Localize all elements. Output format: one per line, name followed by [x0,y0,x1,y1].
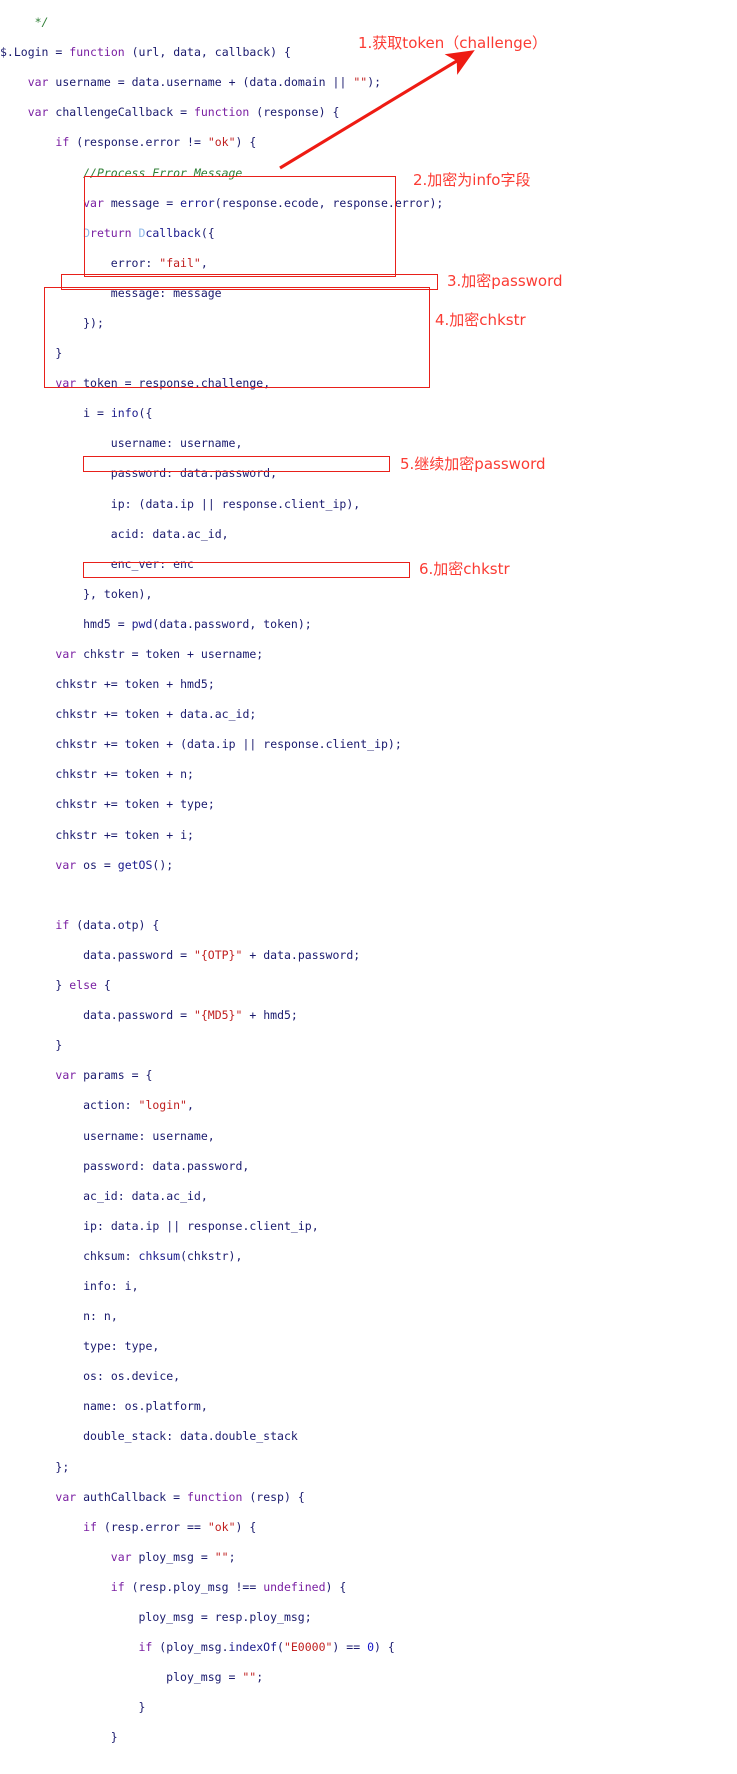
code-line: var username = data.username + (data.dom… [27,75,382,90]
annotation-label-3: 3.加密password [447,272,563,290]
code-line: i = info({ [83,406,153,421]
code-line: acid: data.ac_id, [110,526,229,541]
code-line: type: type, [83,1339,160,1354]
code-line: hmd5 = pwd(data.password, token); [83,616,312,631]
code-line: username: username, [83,1128,215,1143]
code-line: }); [83,315,104,330]
code-line: var os = getOS(); [55,857,174,872]
code-line: var token = response.challenge, [55,376,271,391]
code-line: } else { [55,978,111,993]
code-line: action: "login", [83,1098,194,1113]
code-line: var authCallback = function (resp) { [55,1489,305,1504]
code-line: chkstr += token + (data.ip || response.c… [55,737,402,752]
code-line: data.password = "{MD5}" + hmd5; [83,1008,298,1023]
annotation-label-4: 4.加密chkstr [435,311,526,329]
code-line: }, token), [83,586,153,601]
annotation-label-6: 6.加密chkstr [419,560,510,578]
annotation-label-5: 5.继续加密password [400,455,546,473]
code-line: chkstr += token + data.ac_id; [55,707,257,722]
code-line: ip: (data.ip || response.client_ip), [110,496,361,511]
code-line: if (response.error != "ok") { [55,135,257,150]
code-line: //Process Error Message [83,165,243,180]
code-line: if (resp.error == "ok") { [83,1519,257,1534]
code-line: ploy_msg = resp.ploy_msg; [138,1610,312,1625]
code-line: } [138,1700,146,1715]
code-line: error: "fail", [110,255,208,270]
code-line: double_stack: data.double_stack [83,1429,298,1444]
code-line: }; [55,1459,70,1474]
code-line: ip: data.ip || response.client_ip, [83,1218,319,1233]
code-line: name: os.platform, [83,1399,208,1414]
code-line: chkstr += token + n; [55,767,194,782]
code-line: chkstr += token + hmd5; [55,677,215,692]
code-editor-content: */ $.Login = function (url, data, callba… [0,0,737,1744]
code-line: } [110,1730,118,1745]
code-line: enc_ver: enc [110,556,194,571]
code-line: */ [0,15,49,30]
code-line: if (ploy_msg.indexOf("E0000") == 0) { [138,1640,395,1655]
code-line: var challengeCallback = function (respon… [27,105,340,120]
code-line: var params = { [55,1068,153,1083]
code-line: ac_id: data.ac_id, [83,1188,208,1203]
code-line: } [55,346,63,361]
code-line: if (resp.ploy_msg !== undefined) { [110,1579,347,1594]
code-line: chkstr += token + i; [55,827,194,842]
code-line: var ploy_msg = ""; [110,1549,236,1564]
code-line: message: message [110,285,222,300]
code-line: password: data.password, [110,466,278,481]
code-line: chkstr += token + type; [55,797,215,812]
code-line: username: username, [110,436,243,451]
annotation-label-1: 1.获取token（challenge） [358,34,548,52]
code-line: var chkstr = token + username; [55,647,264,662]
code-line: password: data.password, [83,1158,250,1173]
code-line: if (data.otp) { [55,917,160,932]
code-line: Dreturn Dcallback({ [83,225,215,240]
code-line: n: n, [83,1309,118,1324]
code-line: info: i, [83,1278,139,1293]
code-line: os: os.device, [83,1369,181,1384]
code-line: var message = error(response.ecode, resp… [83,195,444,210]
code-line: ploy_msg = ""; [166,1670,264,1685]
code-line: chksum: chksum(chkstr), [83,1248,243,1263]
code-line: } [55,1038,63,1053]
annotation-label-2: 2.加密为info字段 [413,171,531,189]
code-line: data.password = "{OTP}" + data.password; [83,947,361,962]
